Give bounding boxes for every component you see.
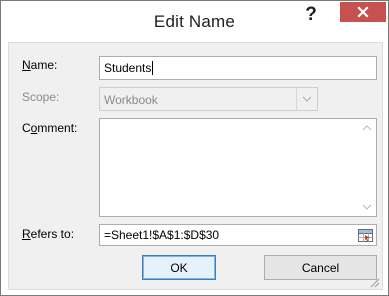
help-button[interactable]: ? (297, 3, 325, 27)
cancel-button[interactable]: Cancel (264, 255, 377, 280)
scroll-up-icon[interactable] (358, 119, 376, 137)
close-button[interactable] (340, 2, 386, 22)
title-bar[interactable]: Edit Name ? (1, 1, 388, 41)
dialog-title: Edit Name (153, 12, 236, 31)
range-selector-icon[interactable] (354, 225, 376, 245)
name-value: Students (104, 61, 152, 75)
text-caret (152, 61, 154, 75)
scroll-down-icon[interactable] (358, 198, 376, 216)
dialog-body: Name: Students Scope: Workbook Comment: (8, 42, 383, 290)
chevron-down-icon[interactable] (296, 88, 317, 110)
scope-dropdown[interactable]: Workbook (99, 87, 318, 111)
edit-name-dialog: Edit Name ? Name: Students Scope: Workbo… (0, 0, 389, 296)
comment-scrollbar[interactable] (357, 119, 376, 216)
scope-label: Scope: (22, 90, 60, 104)
ok-button[interactable]: OK (142, 255, 216, 280)
refers-to-input[interactable]: =Sheet1!$A$1:$D$30 (99, 224, 377, 246)
name-input[interactable]: Students (99, 56, 377, 80)
refers-to-value: =Sheet1!$A$1:$D$30 (104, 228, 220, 242)
name-label: Name: (22, 58, 58, 72)
scope-value: Workbook (104, 93, 158, 107)
close-icon (357, 6, 369, 18)
comment-label: Comment: (22, 121, 78, 135)
refers-to-label: Refers to: (22, 227, 75, 241)
resize-grip-icon[interactable] (368, 275, 380, 288)
comment-textarea[interactable] (99, 118, 377, 217)
